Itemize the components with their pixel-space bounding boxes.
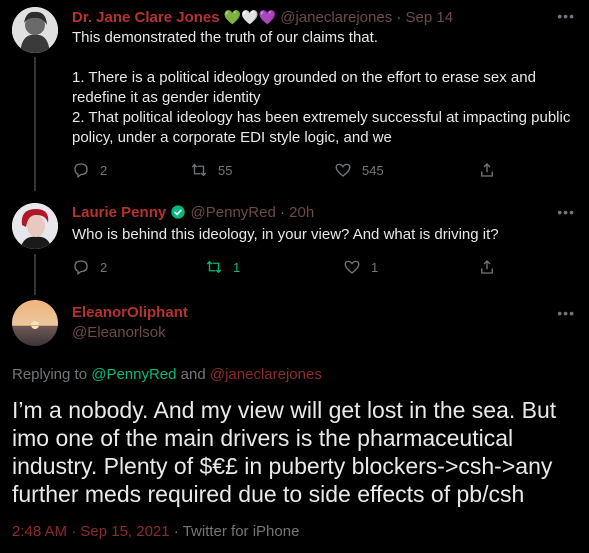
replying-to: Replying to @PennyRed and @janeclarejone… — [12, 366, 322, 383]
tweet-header: EleanorOliphant @Eleanorlsok — [72, 303, 188, 343]
like-icon — [344, 260, 360, 274]
replying-and: and — [180, 366, 206, 383]
mention-pennyred[interactable]: @PennyRed — [91, 366, 176, 383]
dot-separator: · — [280, 204, 285, 221]
tweet-text: This demonstrated the truth of our claim… — [72, 29, 571, 146]
dot-separator: · — [173, 523, 179, 540]
more-icon[interactable]: ••• — [557, 8, 575, 24]
reply-count: 2 — [100, 259, 108, 275]
dot-separator: · — [396, 9, 402, 26]
reply-icon — [74, 260, 88, 276]
author-handle[interactable]: @PennyRed — [191, 204, 276, 221]
author-name[interactable]: Laurie Penny — [72, 204, 166, 221]
verified-icon — [171, 205, 186, 219]
tweet-timestamp[interactable]: 2:48 AM · Sep 15, 2021 — [12, 523, 170, 540]
author-name[interactable]: Dr. Jane Clare Jones — [72, 9, 220, 26]
tweet-text: Who is behind this ideology, in your vie… — [72, 226, 499, 243]
thread-line — [34, 254, 36, 295]
purple-heart-icon: 💜 — [258, 9, 277, 25]
green-heart-icon: 💚 — [223, 9, 242, 25]
share-icon — [481, 163, 493, 177]
avatar-laurie[interactable] — [12, 203, 58, 249]
avatar-jane[interactable] — [12, 7, 58, 53]
like-icon — [335, 163, 351, 177]
reply-count: 2 — [100, 162, 108, 178]
reply-button[interactable]: 2 — [72, 161, 107, 179]
name-emojis: 💚🤍💜 — [224, 9, 280, 26]
tweet-date[interactable]: Sep 14 — [406, 9, 454, 26]
like-button[interactable]: 545 — [334, 161, 384, 179]
more-icon[interactable]: ••• — [557, 204, 575, 220]
retweet-icon — [206, 260, 222, 274]
avatar-eleanor[interactable] — [12, 300, 58, 346]
tweet-actions: 2 1 1 — [72, 258, 577, 278]
retweet-count: 55 — [218, 162, 233, 178]
tweet-footer: 2:48 AM · Sep 15, 2021 · Twitter for iPh… — [12, 523, 299, 540]
reply-button[interactable]: 2 — [72, 258, 107, 276]
like-count: 545 — [362, 162, 384, 178]
mention-janeclarejones[interactable]: @janeclarejones — [210, 366, 322, 383]
retweet-count: 1 — [233, 259, 241, 275]
more-icon[interactable]: ••• — [557, 305, 575, 321]
reply-icon — [74, 163, 88, 179]
tweet-2[interactable]: Laurie Penny @PennyRed · 20h ••• Who is … — [0, 195, 589, 295]
white-heart-icon: 🤍 — [241, 9, 259, 25]
author-handle[interactable]: @Eleanorlsok — [72, 323, 188, 343]
author-name[interactable]: EleanorOliphant — [72, 303, 188, 323]
tweet-header: Laurie Penny @PennyRed · 20h — [72, 203, 314, 223]
retweet-button[interactable]: 55 — [190, 161, 232, 179]
share-button[interactable] — [478, 161, 496, 179]
thread-line — [34, 57, 36, 191]
tweet-1[interactable]: Dr. Jane Clare Jones 💚🤍💜 @janeclarejones… — [0, 0, 589, 191]
retweet-button[interactable]: 1 — [205, 258, 240, 276]
tweet-header: Dr. Jane Clare Jones 💚🤍💜 @janeclarejones… — [72, 7, 453, 28]
tweet-source[interactable]: Twitter for iPhone — [183, 523, 300, 540]
like-button[interactable]: 1 — [343, 258, 378, 276]
tweet-actions: 2 55 545 — [72, 161, 577, 181]
main-tweet-text: I’m a nobody. And my view will get lost … — [12, 397, 557, 507]
author-handle[interactable]: @janeclarejones — [280, 9, 392, 26]
replying-prefix: Replying to — [12, 366, 88, 383]
share-icon — [481, 260, 493, 274]
tweet-date[interactable]: 20h — [289, 204, 314, 221]
retweet-icon — [191, 163, 207, 177]
like-count: 1 — [371, 259, 379, 275]
share-button[interactable] — [478, 258, 496, 276]
